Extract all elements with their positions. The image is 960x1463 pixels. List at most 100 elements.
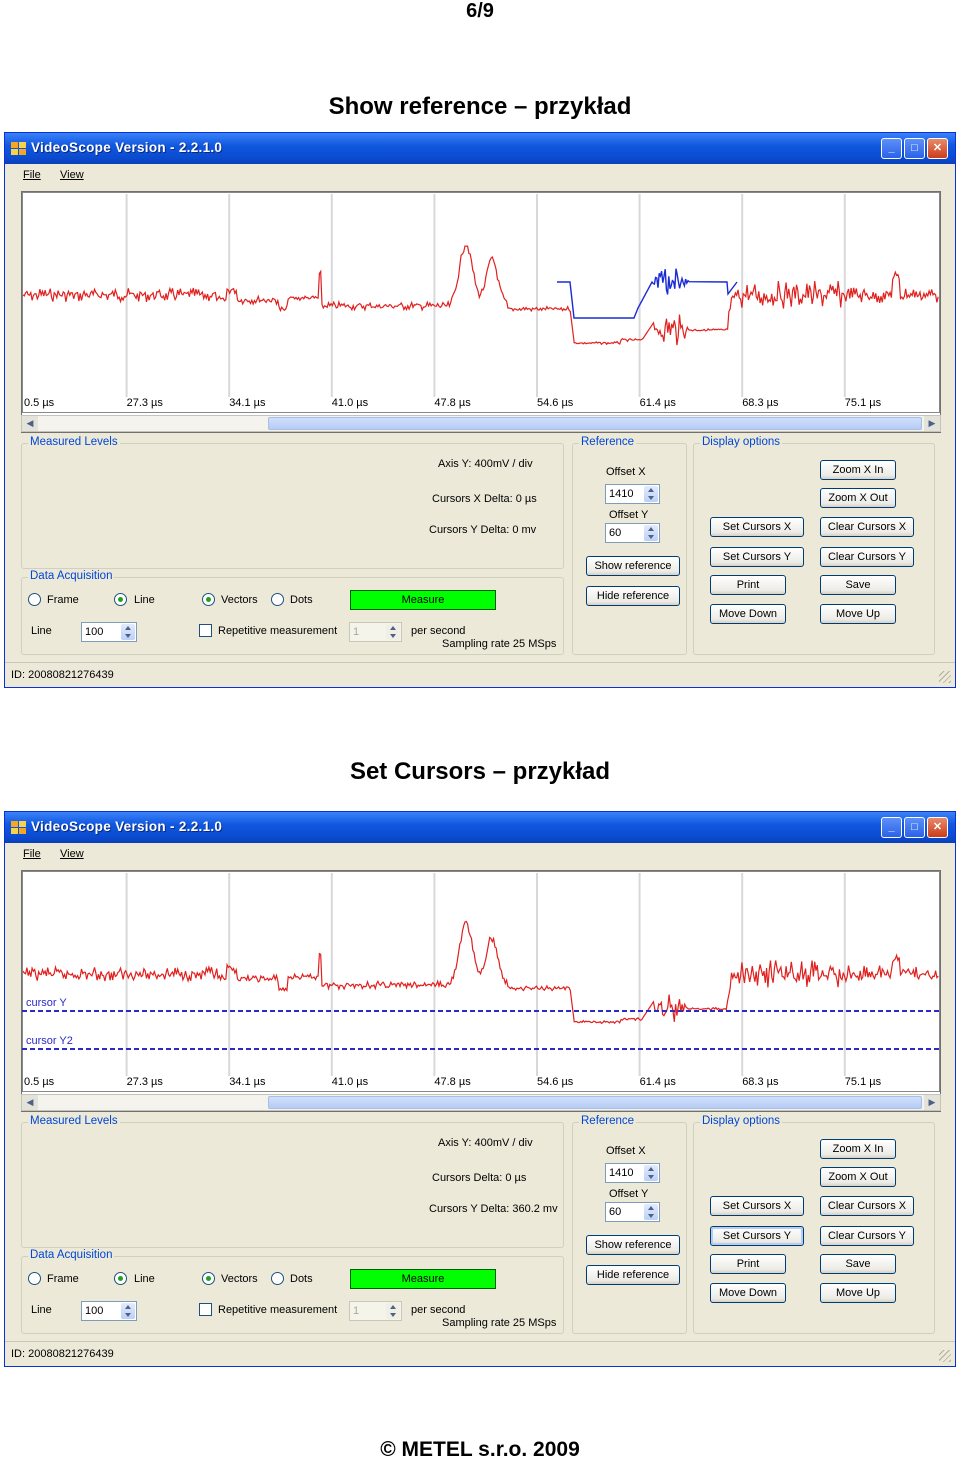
- clear-cursors-y-button[interactable]: Clear Cursors Y: [820, 547, 914, 567]
- spin-arrows-icon[interactable]: [644, 525, 658, 541]
- repetitive-stepper: 1: [349, 1301, 402, 1321]
- zoom-x-out-button[interactable]: Zoom X Out: [820, 488, 896, 508]
- hide-reference-button[interactable]: Hide reference: [586, 1265, 680, 1285]
- set-cursors-y-button[interactable]: Set Cursors Y: [710, 547, 804, 567]
- measure-button[interactable]: Measure: [350, 1269, 496, 1289]
- resize-grip-icon[interactable]: [939, 671, 951, 683]
- data-acquisition-title: Data Acquisition: [28, 1249, 115, 1261]
- cursor-label: cursor Y: [26, 997, 67, 1009]
- window-titlebar[interactable]: VideoScope Version - 2.2.1.0 _ □ ✕: [5, 812, 955, 843]
- horizontal-scrollbar[interactable]: ◀ ▶: [21, 1094, 941, 1111]
- minimize-icon[interactable]: _: [881, 817, 902, 838]
- repetitive-checkbox[interactable]: [199, 1303, 212, 1316]
- time-label: 54.6 µs: [537, 1076, 574, 1088]
- scroll-right-icon[interactable]: ▶: [924, 416, 940, 431]
- window-title: VideoScope Version - 2.2.1.0: [31, 140, 223, 155]
- window-titlebar[interactable]: VideoScope Version - 2.2.1.0 _ □ ✕: [5, 133, 955, 164]
- menu-view[interactable]: View: [60, 848, 84, 860]
- radio-vectors[interactable]: [202, 1272, 215, 1285]
- offset-x-stepper[interactable]: 1410: [605, 484, 660, 504]
- spin-arrows-icon[interactable]: [121, 1303, 135, 1319]
- radio-frame[interactable]: [28, 1272, 41, 1285]
- set-cursors-x-button[interactable]: Set Cursors X: [710, 517, 804, 537]
- spin-arrows-icon[interactable]: [121, 624, 135, 640]
- radio-frame[interactable]: [28, 593, 41, 606]
- spin-arrows-icon[interactable]: [644, 1204, 658, 1220]
- set-cursors-x-button[interactable]: Set Cursors X: [710, 1196, 804, 1216]
- repetitive-checkbox[interactable]: [199, 624, 212, 637]
- offset-y-stepper[interactable]: 60: [605, 1202, 660, 1222]
- hide-reference-button[interactable]: Hide reference: [586, 586, 680, 606]
- time-label: 41.0 µs: [332, 397, 369, 409]
- scroll-right-icon[interactable]: ▶: [924, 1095, 940, 1110]
- line-stepper-value: 100: [85, 1305, 104, 1317]
- radio-frame-label: Frame: [47, 1273, 79, 1285]
- scroll-thumb[interactable]: [268, 1096, 922, 1109]
- display-options-title: Display options: [700, 436, 782, 448]
- save-button[interactable]: Save: [820, 575, 896, 595]
- print-button[interactable]: Print: [710, 575, 786, 595]
- radio-vectors[interactable]: [202, 593, 215, 606]
- slide-heading: Show reference – przykład: [328, 93, 632, 120]
- move-up-button[interactable]: Move Up: [820, 1283, 896, 1303]
- time-label: 27.3 µs: [127, 397, 164, 409]
- move-down-button[interactable]: Move Down: [710, 604, 786, 624]
- radio-line[interactable]: [114, 593, 127, 606]
- maximize-icon[interactable]: □: [904, 817, 925, 838]
- menu-file[interactable]: File: [23, 169, 41, 181]
- offset-x-stepper[interactable]: 1410: [605, 1163, 660, 1183]
- radio-dots-label: Dots: [290, 594, 313, 606]
- oscilloscope-plot[interactable]: 0.5 µs 27.3 µs 34.1 µs 41.0 µs 47.8 µs 54.6 µ…: [21, 191, 941, 433]
- line-stepper[interactable]: 100: [81, 622, 137, 642]
- zoom-x-in-button[interactable]: Zoom X In: [820, 460, 896, 480]
- resize-grip-icon[interactable]: [939, 1350, 951, 1362]
- set-cursors-y-button[interactable]: Set Cursors Y: [710, 1226, 804, 1246]
- reference-group: Reference Offset X 1410 Offset Y 60 Show…: [572, 436, 687, 655]
- line-stepper[interactable]: 100: [81, 1301, 137, 1321]
- waveform-canvas: 0.5 µs 27.3 µs 34.1 µs 41.0 µs 47.8 µs 54.6 µ…: [22, 192, 940, 413]
- footer-copyright: © METEL s.r.o. 2009: [380, 1438, 580, 1461]
- oscilloscope-plot[interactable]: 0.5 µs 27.3 µs 34.1 µs 41.0 µs 47.8 µs 54.6 µ…: [21, 870, 941, 1112]
- menu-view[interactable]: View: [60, 169, 84, 181]
- clear-cursors-y-button[interactable]: Clear Cursors Y: [820, 1226, 914, 1246]
- scroll-left-icon[interactable]: ◀: [22, 1095, 38, 1110]
- radio-line[interactable]: [114, 1272, 127, 1285]
- spin-arrows-icon[interactable]: [644, 486, 658, 502]
- status-id: ID: 20080821276439: [11, 669, 114, 681]
- time-label: 47.8 µs: [434, 397, 471, 409]
- minimize-icon[interactable]: _: [881, 138, 902, 159]
- page-number: 6/9: [466, 0, 494, 22]
- measure-button[interactable]: Measure: [350, 590, 496, 610]
- move-down-button[interactable]: Move Down: [710, 1283, 786, 1303]
- scroll-left-icon[interactable]: ◀: [22, 416, 38, 431]
- repetitive-stepper-value: 1: [353, 626, 360, 638]
- maximize-icon[interactable]: □: [904, 138, 925, 159]
- cursors-x-delta: Cursors X Delta: 0 µs: [432, 493, 537, 505]
- spin-arrows-icon[interactable]: [644, 1165, 658, 1181]
- offset-x-value: 1410: [609, 488, 634, 500]
- measured-levels-group: Measured Levels Axis Y: 400mV / div Curs…: [21, 436, 564, 569]
- clear-cursors-x-button[interactable]: Clear Cursors X: [820, 517, 914, 537]
- close-icon[interactable]: ✕: [927, 138, 948, 159]
- zoom-x-in-button[interactable]: Zoom X In: [820, 1139, 896, 1159]
- window-title: VideoScope Version - 2.2.1.0: [31, 819, 223, 834]
- close-icon[interactable]: ✕: [927, 817, 948, 838]
- print-button[interactable]: Print: [710, 1254, 786, 1274]
- scroll-thumb[interactable]: [268, 417, 922, 430]
- offset-x-label: Offset X: [606, 466, 646, 478]
- move-up-button[interactable]: Move Up: [820, 604, 896, 624]
- show-reference-button[interactable]: Show reference: [586, 1235, 680, 1255]
- clear-cursors-x-button[interactable]: Clear Cursors X: [820, 1196, 914, 1216]
- reference-title: Reference: [579, 1115, 637, 1127]
- radio-dots[interactable]: [271, 1272, 284, 1285]
- repetitive-label: Repetitive measurement: [218, 625, 338, 637]
- zoom-x-out-button[interactable]: Zoom X Out: [820, 1167, 896, 1187]
- app-icon: [11, 821, 27, 835]
- save-button[interactable]: Save: [820, 1254, 896, 1274]
- show-reference-button[interactable]: Show reference: [586, 556, 680, 576]
- radio-dots[interactable]: [271, 593, 284, 606]
- horizontal-scrollbar[interactable]: ◀ ▶: [21, 415, 941, 432]
- offset-y-stepper[interactable]: 60: [605, 523, 660, 543]
- axis-y-label: Axis Y: 400mV / div: [438, 458, 533, 470]
- menu-file[interactable]: File: [23, 848, 41, 860]
